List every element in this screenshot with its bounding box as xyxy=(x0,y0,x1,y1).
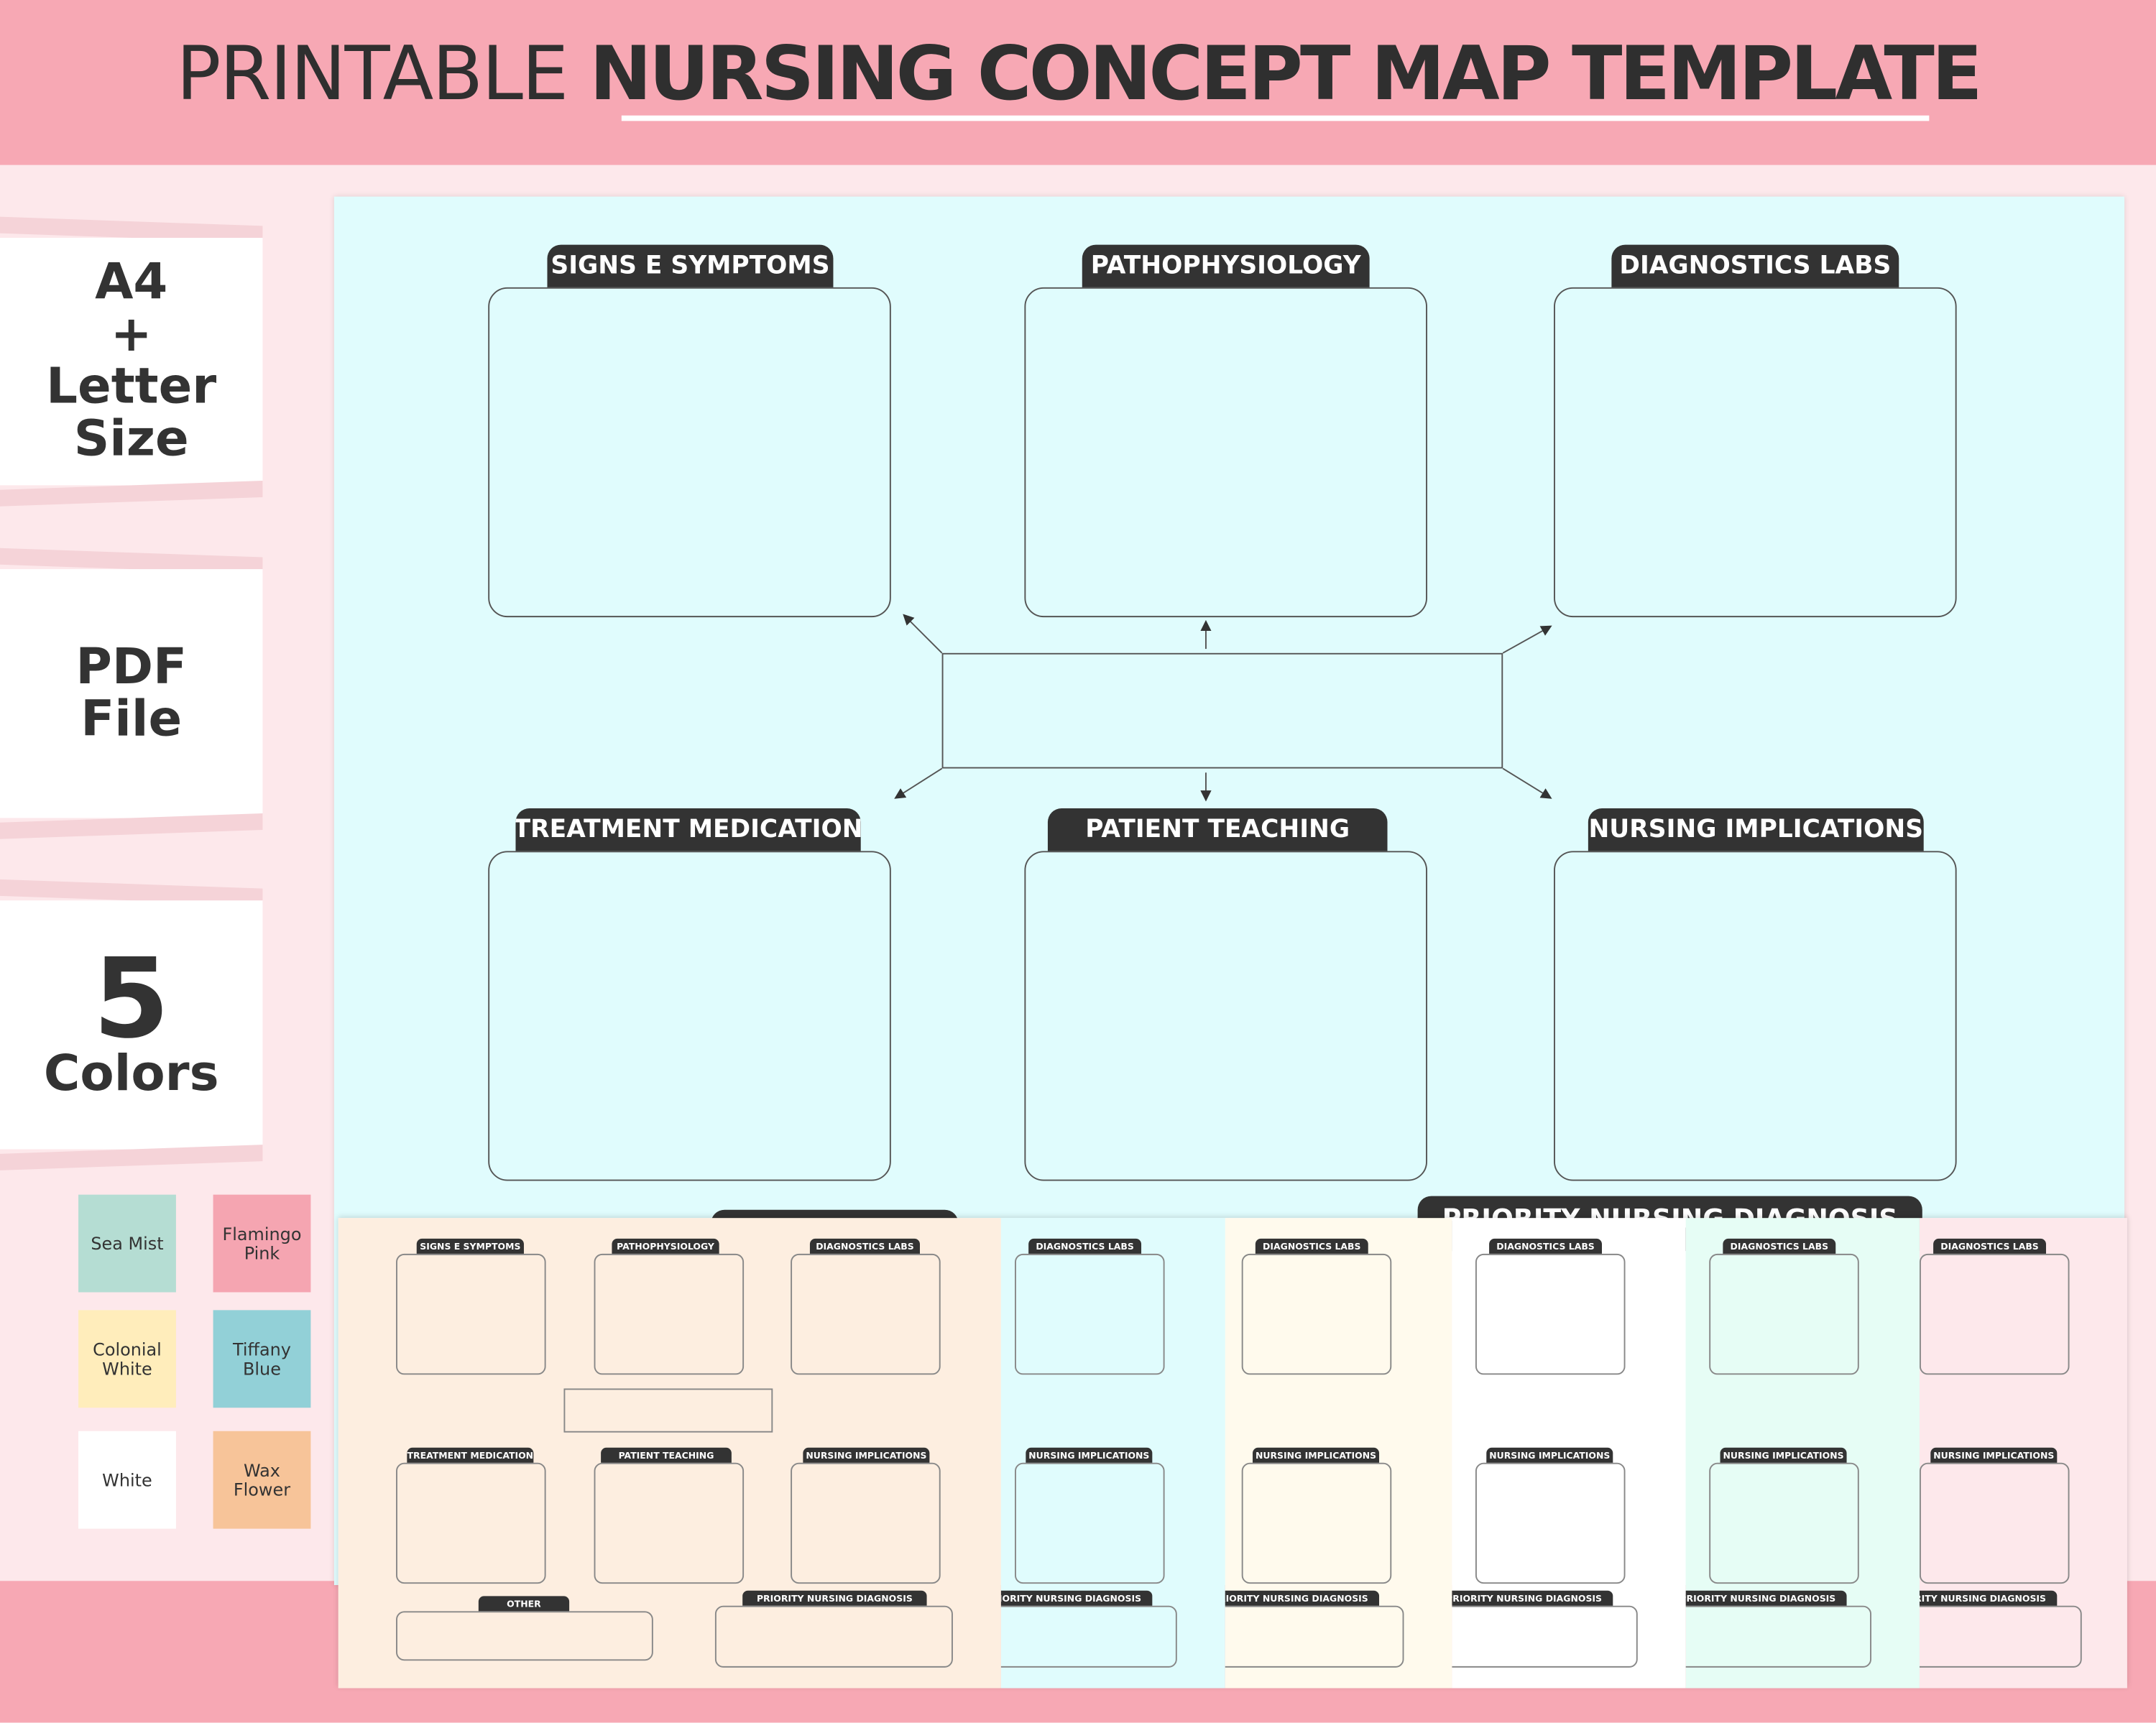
swatch-sea-mist: Sea Mist xyxy=(78,1194,176,1293)
mini-center-box xyxy=(563,1388,773,1433)
swatch-white: White xyxy=(78,1431,176,1529)
mini-box-treatment-medication xyxy=(396,1462,546,1584)
tab-pathophysiology: PATHOPHYSIOLOGY xyxy=(1082,244,1370,287)
box-treatment-medication[interactable] xyxy=(488,851,891,1181)
mini-box-other xyxy=(396,1611,653,1661)
mini-box-diagnostics-labs xyxy=(1241,1253,1392,1375)
mini-tab-nursing-implications: NURSING IMPLICATIONS xyxy=(1930,1447,2058,1463)
mini-tab-nursing-implications: NURSING IMPLICATIONS xyxy=(1486,1447,1613,1463)
box-diagnostics-labs[interactable] xyxy=(1554,287,1957,618)
mini-box-nursing-implications xyxy=(1919,1462,2070,1584)
mini-tab-diagnostics-labs: DIAGNOSTICS LABS xyxy=(1255,1238,1368,1254)
mini-box-patient-teaching xyxy=(594,1462,745,1584)
color-panel: DIAGNOSTICS LABS NURSING IMPLICATIONS PRIO… xyxy=(1919,1218,2127,1689)
swatch-tiffany-blue: Tiffany Blue xyxy=(213,1310,311,1408)
mini-box-priority xyxy=(714,1605,953,1668)
swatch-flamingo-pink: Flamingo Pink xyxy=(213,1194,311,1293)
feature-card-size: A4 + Letter Size xyxy=(0,238,263,486)
mini-tab-signs-symptoms: SIGNS E SYMPTOMS xyxy=(416,1238,524,1254)
mini-tab-nursing-implications: NURSING IMPLICATIONS xyxy=(1253,1447,1380,1463)
feature-card-format: PDF File xyxy=(0,569,263,818)
tab-signs-symptoms: SIGNS E SYMPTOMS xyxy=(547,244,834,287)
mini-tab-diagnostics-labs: DIAGNOSTICS LABS xyxy=(1489,1238,1602,1254)
mini-tab-diagnostics-labs: DIAGNOSTICS LABS xyxy=(1723,1238,1836,1254)
mini-box-priority xyxy=(1685,1605,1872,1668)
swatch-colonial-white: Colonial White xyxy=(78,1310,176,1408)
mini-tab-treatment-medication: TREATMENT MEDICATION xyxy=(407,1447,534,1463)
arrow xyxy=(1502,625,1552,654)
color-panel: DIAGNOSTICS LABS NURSING IMPLICATIONS PRIO… xyxy=(1000,1218,1225,1689)
mini-tab-priority: PRIORITY NURSING DIAGNOSIS xyxy=(1452,1590,1613,1606)
mini-tab-nursing-implications: NURSING IMPLICATIONS xyxy=(803,1447,930,1463)
mini-box-signs-symptoms xyxy=(396,1253,546,1375)
mini-box-nursing-implications xyxy=(1015,1462,1165,1584)
mini-tab-priority: PRIORITY NURSING DIAGNOSIS xyxy=(1685,1590,1847,1606)
tab-diagnostics-labs: DIAGNOSTICS LABS xyxy=(1611,244,1899,287)
box-patient-teaching[interactable] xyxy=(1024,851,1428,1181)
mini-box-diagnostics-labs xyxy=(791,1253,941,1375)
swatch-wax-flower: Wax Flower xyxy=(213,1431,311,1529)
mini-box-priority xyxy=(1000,1605,1177,1668)
mini-box-nursing-implications xyxy=(791,1462,941,1584)
mini-box-pathophysiology xyxy=(594,1253,745,1375)
title-underline xyxy=(621,115,1930,121)
arrow xyxy=(903,614,943,654)
mini-tab-priority: PRIORITY NURSING DIAGNOSIS xyxy=(1225,1590,1380,1606)
color-panel: DIAGNOSTICS LABS NURSING IMPLICATIONS PRIO… xyxy=(1452,1218,1686,1689)
mini-box-diagnostics-labs xyxy=(1475,1253,1626,1375)
mini-tab-priority: PRIORITY NURSING DIAGNOSIS xyxy=(742,1590,927,1606)
color-variants-preview: SIGNS E SYMPTOMS PATHOPHYSIOLOGY DIAGNOSTI… xyxy=(338,1218,2127,1689)
page-title: PRINTABLE NURSING CONCEPT MAP TEMPLATE xyxy=(176,30,1982,117)
mini-tab-diagnostics-labs: DIAGNOSTICS LABS xyxy=(1028,1238,1142,1254)
box-signs-symptoms[interactable] xyxy=(488,287,891,618)
mini-box-diagnostics-labs xyxy=(1919,1253,2070,1375)
box-pathophysiology[interactable] xyxy=(1024,287,1428,618)
tab-patient-teaching: PATIENT TEACHING xyxy=(1047,808,1388,851)
mini-box-nursing-implications xyxy=(1241,1462,1392,1584)
mini-tab-other: OTHER xyxy=(478,1596,570,1612)
mini-tab-nursing-implications: NURSING IMPLICATIONS xyxy=(1720,1447,1847,1463)
mini-tab-diagnostics-labs: DIAGNOSTICS LABS xyxy=(809,1238,920,1254)
center-concept-box[interactable] xyxy=(941,652,1503,769)
box-nursing-implications[interactable] xyxy=(1554,851,1957,1181)
mini-tab-priority: PRIORITY NURSING DIAGNOSIS xyxy=(1000,1590,1153,1606)
color-panel: DIAGNOSTICS LABS NURSING IMPLICATIONS PRIO… xyxy=(1225,1218,1452,1689)
color-panel: SIGNS E SYMPTOMS PATHOPHYSIOLOGY DIAGNOSTI… xyxy=(338,1218,1001,1689)
arrow xyxy=(1502,767,1552,799)
tab-nursing-implications: NURSING IMPLICATIONS xyxy=(1588,808,1924,851)
arrow xyxy=(894,767,943,799)
mini-tab-pathophysiology: PATHOPHYSIOLOGY xyxy=(612,1238,719,1254)
mini-tab-patient-teaching: PATIENT TEACHING xyxy=(601,1447,732,1463)
mini-box-nursing-implications xyxy=(1475,1462,1626,1584)
mini-tab-priority: PRIORITY NURSING DIAGNOSIS xyxy=(1919,1590,2058,1606)
mini-box-priority xyxy=(1452,1605,1638,1668)
mini-box-priority xyxy=(1919,1605,2082,1668)
feature-card-colors: 5 Colors xyxy=(0,900,263,1150)
mini-box-diagnostics-labs xyxy=(1015,1253,1165,1375)
mini-box-priority xyxy=(1225,1605,1404,1668)
mini-box-nursing-implications xyxy=(1709,1462,1859,1584)
mini-tab-nursing-implications: NURSING IMPLICATIONS xyxy=(1026,1447,1153,1463)
color-panel: DIAGNOSTICS LABS NURSING IMPLICATIONS PRIO… xyxy=(1685,1218,1920,1689)
mini-tab-diagnostics-labs: DIAGNOSTICS LABS xyxy=(1933,1238,2046,1254)
mini-box-diagnostics-labs xyxy=(1709,1253,1859,1375)
tab-treatment-medication: TREATMENT MEDICATION xyxy=(515,808,861,851)
